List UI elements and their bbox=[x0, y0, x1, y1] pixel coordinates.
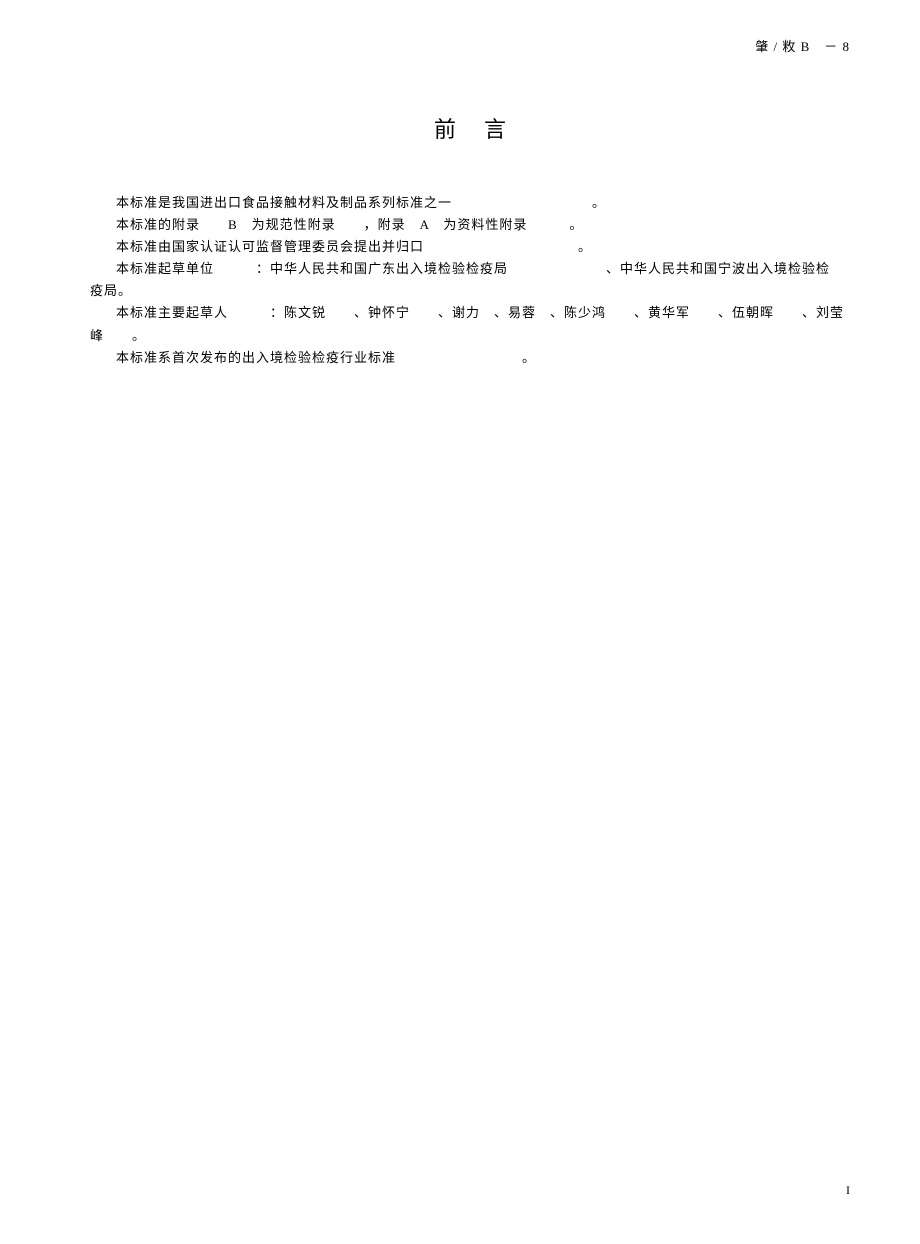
document-code: 肇 / 敉 B － 8 bbox=[755, 36, 850, 55]
paragraph-4-continuation: 疫局。 bbox=[90, 280, 850, 302]
paragraph-4: 本标准起草单位 ：中华人民共和国广东出入境检验检疫局 、中华人民共和国宁波出入境… bbox=[90, 258, 850, 280]
document-body: 本标准是我国进出口食品接触材料及制品系列标准之一 。 本标准的附录 B 为规范性… bbox=[90, 192, 850, 369]
page-number: I bbox=[846, 1183, 850, 1198]
paragraph-2: 本标准的附录 B 为规范性附录 ，附录 A 为资料性附录 。 bbox=[90, 214, 850, 236]
paragraph-3: 本标准由国家认证认可监督管理委员会提出并归口 。 bbox=[90, 236, 850, 258]
paragraph-1: 本标准是我国进出口食品接触材料及制品系列标准之一 。 bbox=[90, 192, 850, 214]
paragraph-6: 本标准系首次发布的出入境检验检疫行业标准 。 bbox=[90, 347, 850, 369]
page-title: 前言 bbox=[90, 112, 850, 144]
paragraph-5: 本标准主要起草人 ：陈文锐 、钟怀宁 、谢力 、易蓉 、陈少鸿 、黄华军 、伍朝… bbox=[90, 302, 850, 346]
